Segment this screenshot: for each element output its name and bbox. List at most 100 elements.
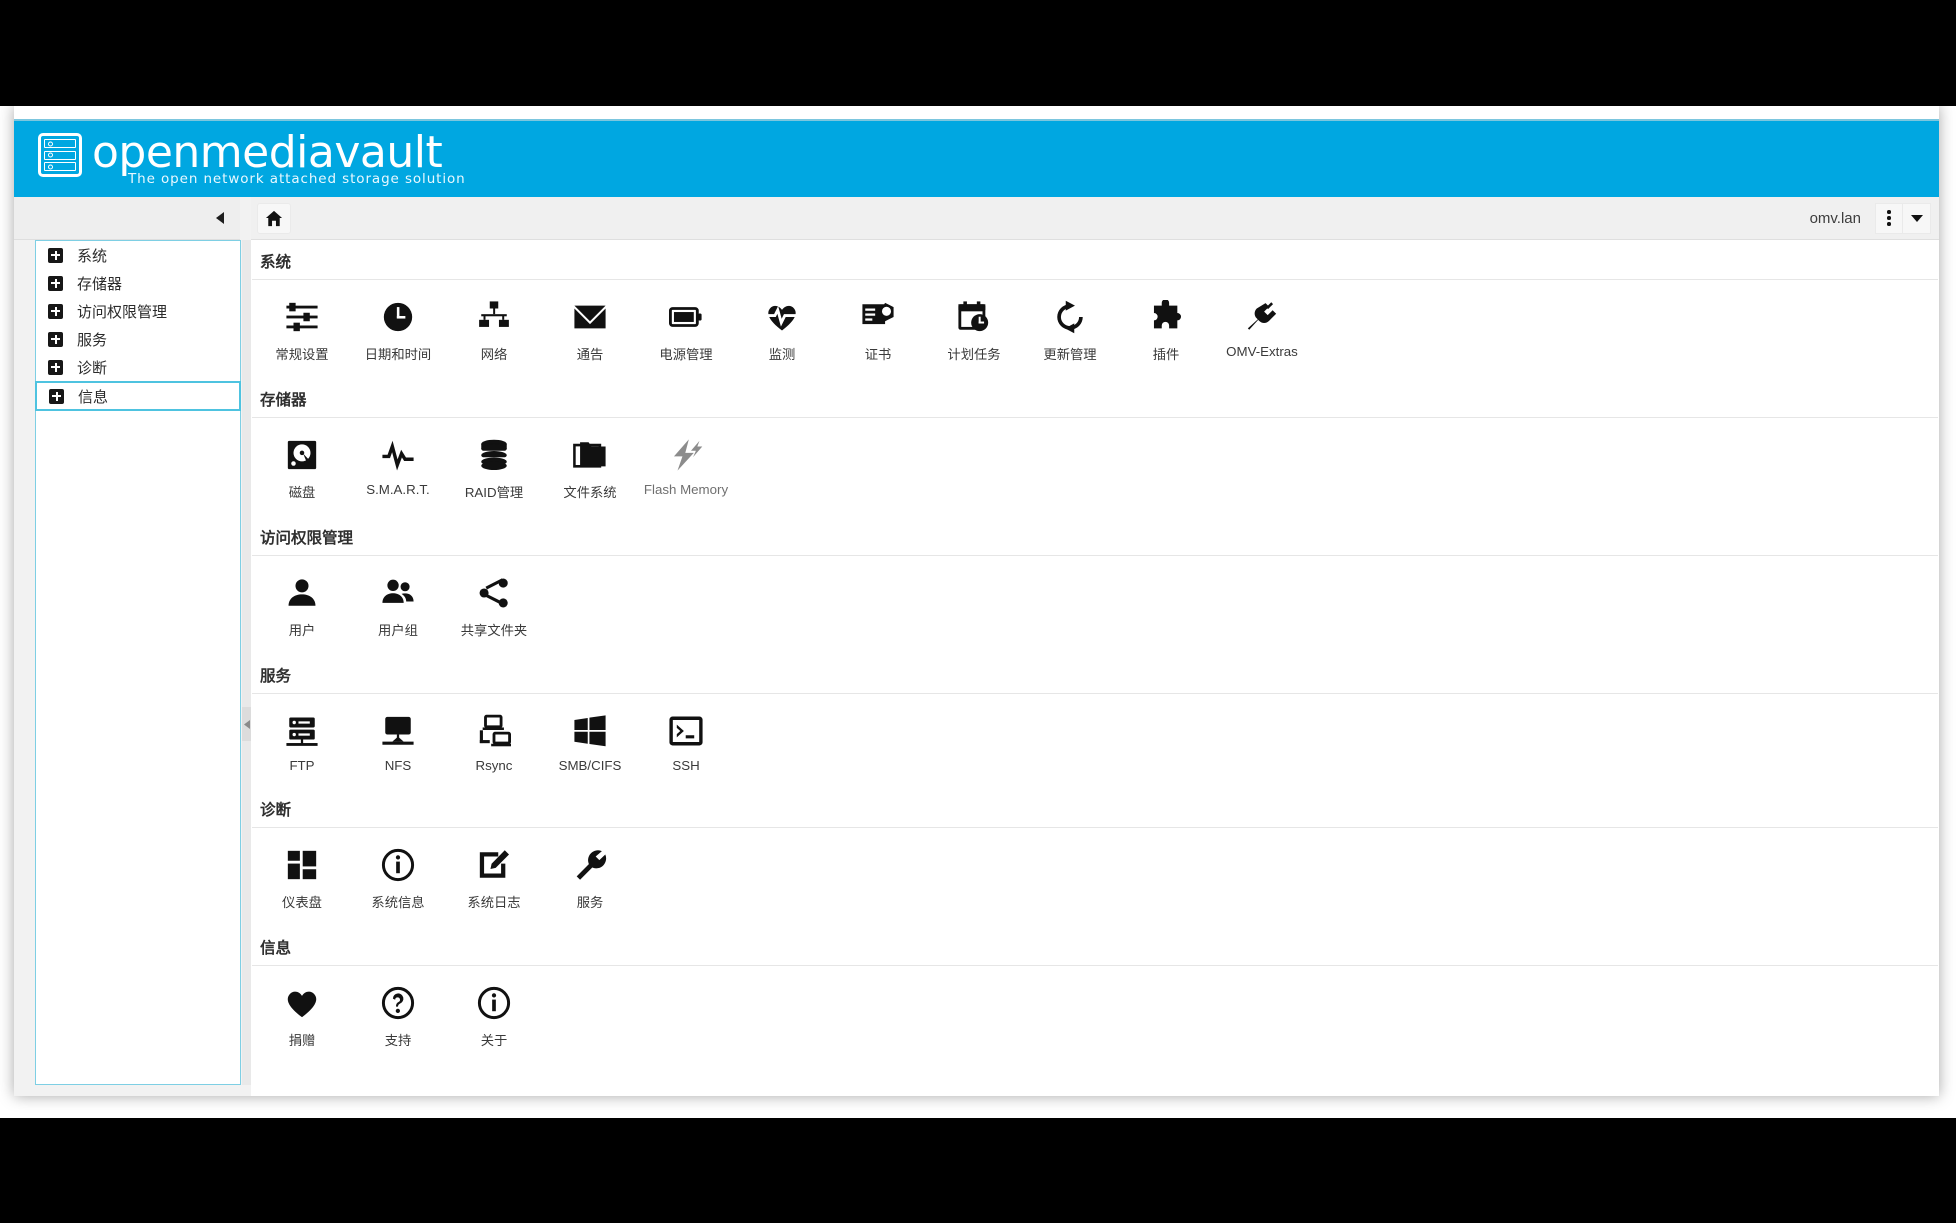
section-header: 访问权限管理 — [252, 516, 1938, 556]
tile-label: 用户 — [288, 623, 316, 638]
tile-label: SSH — [672, 758, 700, 773]
tile-label: OMV-Extras — [1226, 344, 1298, 359]
plus-box-icon[interactable] — [48, 303, 63, 319]
server-rack-icon — [285, 711, 319, 751]
plus-box-icon[interactable] — [48, 247, 63, 263]
tile-battery[interactable]: 电源管理 — [638, 293, 734, 369]
sidebar-item-label: 访问权限管理 — [77, 303, 168, 321]
overflow-menu-button[interactable] — [1875, 202, 1903, 234]
log-edit-icon — [477, 845, 511, 885]
lightning-icon — [669, 435, 703, 475]
tile-terminal[interactable]: SSH — [638, 707, 734, 779]
tile-label: RAID管理 — [464, 485, 524, 500]
section-tiles: 仪表盘 系统信息 系统日志 服务 — [254, 828, 1939, 926]
tile-server-rack[interactable]: FTP — [254, 707, 350, 779]
sidebar-item-label: 诊断 — [77, 359, 108, 377]
tile-label: 电源管理 — [659, 347, 713, 362]
tile-heart-pulse[interactable]: 监测 — [734, 293, 830, 369]
tile-database[interactable]: RAID管理 — [446, 431, 542, 507]
tile-certificate[interactable]: 证书 — [830, 293, 926, 369]
section-header: 诊断 — [252, 788, 1938, 828]
puzzle-icon — [1149, 297, 1183, 337]
tile-label: 关于 — [480, 1033, 508, 1048]
nav-collapse-button[interactable] — [210, 208, 230, 228]
tile-label: 更新管理 — [1043, 347, 1097, 362]
sidebar-item-label: 存储器 — [77, 275, 123, 293]
sidebar-item-5[interactable]: 信息 — [35, 381, 241, 411]
dashboard-icon — [285, 845, 319, 885]
page-viewport: openmediavault The open network attached… — [0, 106, 1956, 1118]
tile-label: 网络 — [480, 347, 508, 362]
tile-label: 共享文件夹 — [460, 623, 528, 638]
plus-box-icon[interactable] — [48, 359, 63, 375]
heart-icon — [285, 983, 319, 1023]
pulse-line-icon — [381, 435, 415, 475]
tile-plug[interactable]: OMV-Extras — [1214, 293, 1310, 369]
section-tiles: 用户 用户组 共享文件夹 — [254, 556, 1939, 654]
certificate-icon — [861, 297, 895, 337]
tile-pulse-line[interactable]: S.M.A.R.T. — [350, 431, 446, 507]
tile-folder[interactable]: 文件系统 — [542, 431, 638, 507]
panel-splitter[interactable] — [242, 240, 251, 1085]
panel-splitter-handle[interactable] — [242, 707, 251, 741]
tile-dashboard[interactable]: 仪表盘 — [254, 841, 350, 917]
tile-heart[interactable]: 捐赠 — [254, 979, 350, 1055]
omv-application-window: openmediavault The open network attached… — [14, 106, 1939, 1096]
dropdown-button[interactable] — [1903, 202, 1931, 234]
tile-label: S.M.A.R.T. — [366, 482, 430, 497]
tile-label: 系统信息 — [371, 895, 425, 910]
sidebar-item-4[interactable]: 诊断 — [36, 353, 240, 381]
sidebar-item-0[interactable]: 系统 — [36, 241, 240, 269]
tile-info-circle[interactable]: 系统信息 — [350, 841, 446, 917]
plus-box-icon[interactable] — [49, 388, 64, 404]
tile-question-circle[interactable]: 支持 — [350, 979, 446, 1055]
sidebar-item-1[interactable]: 存储器 — [36, 269, 240, 297]
tile-users-group[interactable]: 用户组 — [350, 569, 446, 645]
sidebar-item-2[interactable]: 访问权限管理 — [36, 297, 240, 325]
tile-computers-sync[interactable]: Rsync — [446, 707, 542, 779]
tile-lightning[interactable]: Flash Memory — [638, 431, 734, 507]
section-header: 存储器 — [252, 378, 1938, 418]
home-button[interactable] — [257, 202, 291, 234]
tile-label: 常规设置 — [275, 347, 329, 362]
tile-label: 计划任务 — [947, 347, 1001, 362]
tile-wrench[interactable]: 服务 — [542, 841, 638, 917]
plug-icon — [1245, 297, 1279, 337]
tile-label: 日期和时间 — [364, 347, 432, 362]
tile-label: 监测 — [768, 347, 796, 362]
tile-label: 用户组 — [378, 623, 418, 638]
tile-puzzle[interactable]: 插件 — [1118, 293, 1214, 369]
tile-nfs-share[interactable]: NFS — [350, 707, 446, 779]
plus-box-icon[interactable] — [48, 331, 63, 347]
tile-refresh[interactable]: 更新管理 — [1022, 293, 1118, 369]
sidebar-nav: 系统存储器访问权限管理 服务诊断信息 — [35, 240, 241, 1085]
tile-label: FTP — [289, 758, 315, 773]
tile-windows[interactable]: SMB/CIFS — [542, 707, 638, 779]
sidebar-item-label: 服务 — [77, 331, 108, 349]
brand-tagline: The open network attached storage soluti… — [128, 171, 466, 187]
plus-box-icon[interactable] — [48, 275, 63, 291]
tile-hard-disk[interactable]: 磁盘 — [254, 431, 350, 507]
tile-user[interactable]: 用户 — [254, 569, 350, 645]
tile-log-edit[interactable]: 系统日志 — [446, 841, 542, 917]
nas-server-icon — [38, 133, 82, 177]
section-tiles: 常规设置 日期和时间 网络 通告 电源管理 监测 证书 计划任务 更新管理 插件 OMV-Extra… — [254, 280, 1939, 378]
tile-label: Flash Memory — [643, 482, 729, 497]
folder-icon — [573, 435, 607, 475]
tile-info-circle[interactable]: 关于 — [446, 979, 542, 1055]
sidebar-item-3[interactable]: 服务 — [36, 325, 240, 353]
tile-label: 系统日志 — [467, 895, 521, 910]
user-icon — [285, 573, 319, 613]
tile-network[interactable]: 网络 — [446, 293, 542, 369]
tile-share-nodes[interactable]: 共享文件夹 — [446, 569, 542, 645]
section-header: 信息 — [252, 926, 1938, 966]
tile-calendar-clock[interactable]: 计划任务 — [926, 293, 1022, 369]
tile-clock[interactable]: 日期和时间 — [350, 293, 446, 369]
app-banner: openmediavault The open network attached… — [14, 119, 1939, 197]
users-group-icon — [381, 573, 415, 613]
refresh-icon — [1053, 297, 1087, 337]
tile-envelope[interactable]: 通告 — [542, 293, 638, 369]
tile-sliders[interactable]: 常规设置 — [254, 293, 350, 369]
main-content: omv.lan 系统 常规设置 日期和时间 网络 通告 电源管理 监测 证书 计划任务 更新管理 插… — [251, 197, 1939, 1096]
windows-icon — [573, 711, 607, 751]
